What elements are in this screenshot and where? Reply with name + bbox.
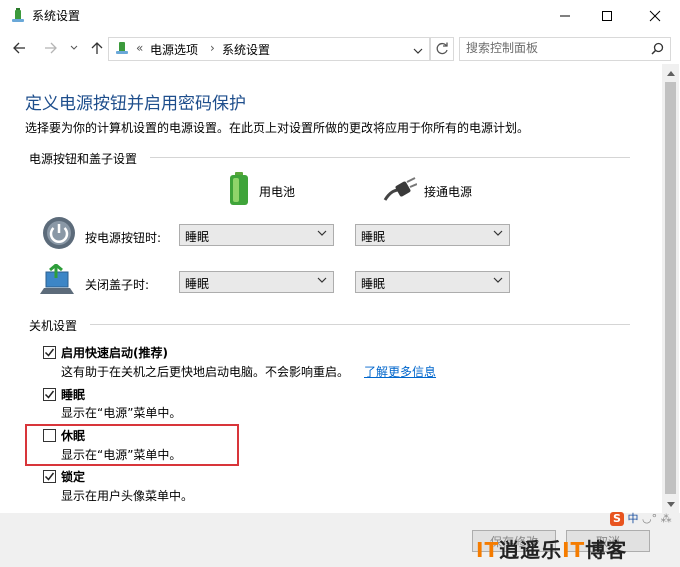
ime-shirt-icon: ⁂ bbox=[660, 512, 672, 525]
forward-arrow-icon[interactable] bbox=[42, 39, 60, 57]
fast-startup-label[interactable]: 启用快速启动(推荐) bbox=[61, 344, 168, 361]
checkmark-icon bbox=[44, 472, 55, 481]
ime-logo-icon: S bbox=[610, 512, 624, 526]
scroll-thumb[interactable] bbox=[665, 82, 676, 494]
power-plug-icon bbox=[383, 176, 418, 202]
refresh-button[interactable] bbox=[430, 37, 454, 61]
power-button-battery-select[interactable]: 睡眠 bbox=[179, 224, 334, 246]
sleep-checkbox[interactable] bbox=[43, 388, 56, 401]
select-value: 睡眠 bbox=[361, 277, 386, 291]
control-panel-icon bbox=[10, 8, 26, 24]
fast-startup-desc: 这有助于在关机之后更快地启动电脑。不会影响重启。 bbox=[61, 365, 350, 379]
fast-startup-checkbox[interactable] bbox=[43, 346, 56, 359]
power-button-icon bbox=[42, 216, 76, 250]
minimize-icon[interactable] bbox=[542, 0, 588, 32]
window-title: 系统设置 bbox=[32, 9, 81, 23]
page-description: 选择要为你的计算机设置的电源设置。在此页上对设置所做的更改将应用于你所有的电源计… bbox=[25, 121, 530, 135]
checkmark-icon bbox=[44, 390, 55, 399]
lock-desc: 显示在用户头像菜单中。 bbox=[61, 489, 194, 503]
watermark-badge: IT bbox=[476, 538, 500, 562]
watermark-text-2: 博客 bbox=[585, 538, 628, 562]
power-button-plugged-select[interactable]: 睡眠 bbox=[355, 224, 510, 246]
lock-label[interactable]: 锁定 bbox=[61, 468, 85, 485]
sleep-desc: 显示在“电源”菜单中。 bbox=[61, 406, 182, 420]
maximize-icon[interactable] bbox=[584, 0, 630, 32]
refresh-icon bbox=[436, 42, 448, 55]
row-label-close-lid: 关闭盖子时: bbox=[85, 278, 150, 292]
select-value: 睡眠 bbox=[185, 277, 210, 291]
checkmark-icon bbox=[44, 348, 55, 357]
close-icon[interactable] bbox=[632, 0, 678, 32]
ime-indicator[interactable]: S 中 ◡° ⁂ bbox=[610, 510, 672, 526]
column-label-battery: 用电池 bbox=[259, 185, 296, 199]
breadcrumb-system-settings[interactable]: 系统设置 bbox=[222, 41, 270, 58]
row-label-power-button: 按电源按钮时: bbox=[85, 231, 162, 245]
select-value: 睡眠 bbox=[361, 230, 386, 244]
close-lid-battery-select[interactable]: 睡眠 bbox=[179, 271, 334, 293]
group-label-shutdown: 关机设置 bbox=[29, 319, 78, 333]
divider bbox=[150, 157, 630, 158]
search-box[interactable] bbox=[459, 37, 671, 61]
chevron-down-icon bbox=[317, 275, 327, 288]
breadcrumb-separator: « bbox=[136, 41, 144, 55]
ime-mode: 中 bbox=[627, 512, 639, 525]
search-input[interactable] bbox=[460, 38, 646, 58]
back-arrow-icon[interactable] bbox=[10, 39, 28, 57]
group-label-power-buttons: 电源按钮和盖子设置 bbox=[29, 152, 138, 166]
recent-chevron-icon[interactable] bbox=[68, 39, 80, 57]
up-arrow-icon[interactable] bbox=[88, 39, 106, 57]
control-panel-icon bbox=[114, 40, 130, 56]
breadcrumb-separator: › bbox=[210, 41, 215, 55]
ime-moon-icon: ◡° bbox=[642, 512, 658, 525]
search-icon[interactable] bbox=[651, 42, 664, 58]
lock-checkbox[interactable] bbox=[43, 470, 56, 483]
chevron-down-icon bbox=[317, 228, 327, 241]
divider bbox=[90, 324, 630, 325]
highlight-box bbox=[25, 424, 239, 466]
select-value: 睡眠 bbox=[185, 230, 210, 244]
battery-icon bbox=[227, 172, 251, 206]
close-lid-plugged-select[interactable]: 睡眠 bbox=[355, 271, 510, 293]
page-title: 定义电源按钮并启用密码保护 bbox=[25, 94, 246, 114]
learn-more-link[interactable]: 了解更多信息 bbox=[364, 363, 436, 380]
column-label-plugged-in: 接通电源 bbox=[424, 185, 473, 199]
chevron-down-icon bbox=[493, 275, 503, 288]
watermark-badge-2: IT bbox=[562, 538, 586, 562]
chevron-down-icon bbox=[493, 228, 503, 241]
watermark: IT逍遥乐IT博客 bbox=[476, 534, 627, 563]
scroll-up-icon[interactable] bbox=[662, 64, 679, 81]
sleep-label[interactable]: 睡眠 bbox=[61, 386, 85, 403]
breadcrumb-power-options[interactable]: 电源选项 bbox=[150, 41, 198, 58]
watermark-text: 逍遥乐 bbox=[499, 538, 563, 562]
address-bar[interactable]: « 电源选项 › 系统设置 bbox=[108, 37, 430, 61]
laptop-lid-icon bbox=[40, 263, 76, 296]
address-dropdown-icon[interactable] bbox=[413, 44, 423, 58]
